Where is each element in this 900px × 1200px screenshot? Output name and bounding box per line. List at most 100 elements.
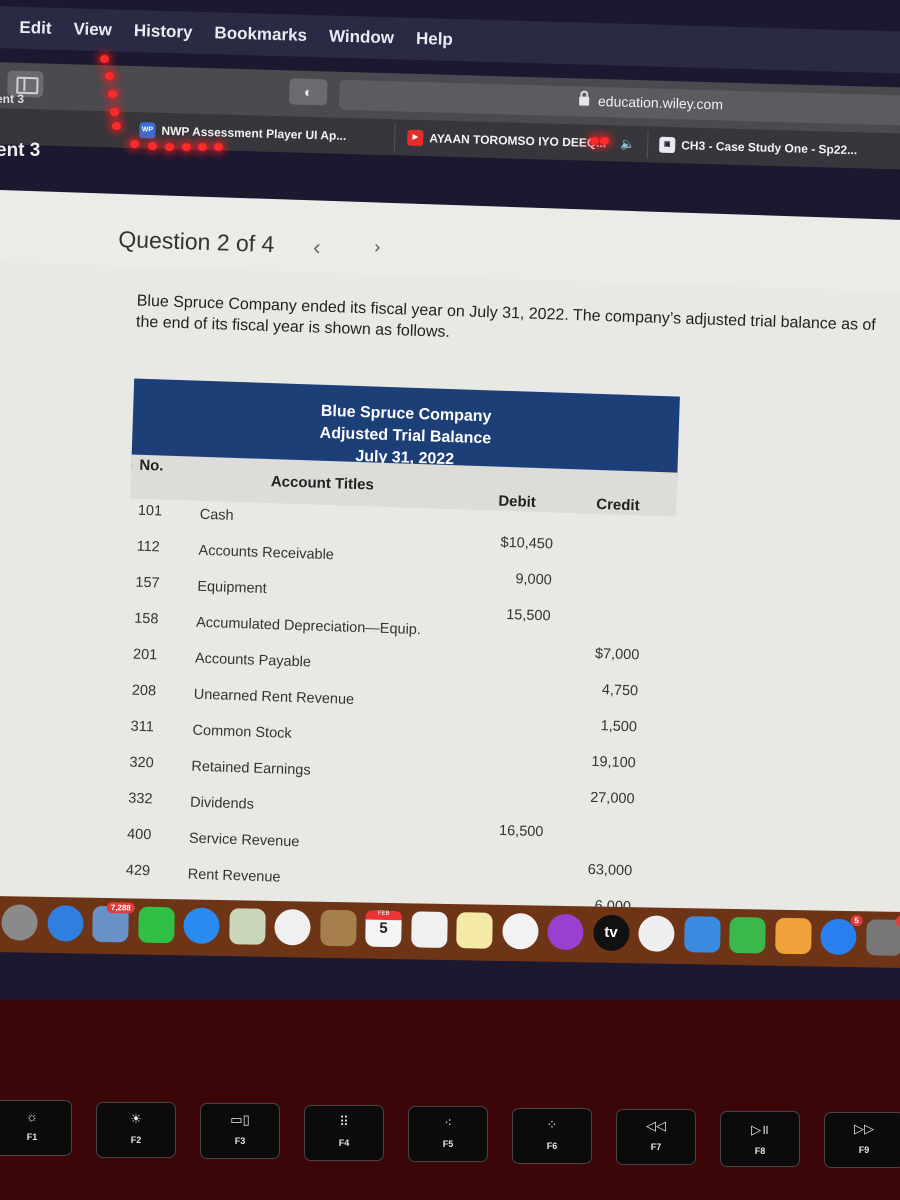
launchpad-icon[interactable]	[1, 904, 38, 941]
reminders-icon[interactable]	[410, 911, 448, 948]
question-text: Blue Spruce Company ended its fiscal yea…	[135, 292, 877, 341]
key-f6[interactable]: ⁘ F6	[512, 1107, 592, 1164]
key-label: F4	[338, 1137, 350, 1148]
account-title: Accounts Payable	[194, 650, 312, 671]
menu-history[interactable]: History	[134, 21, 193, 43]
messages-icon[interactable]	[183, 907, 220, 945]
key-f4[interactable]: ⠿ F4	[304, 1104, 384, 1161]
menu-view[interactable]: View	[73, 19, 112, 40]
speaker-icon[interactable]: 🔈	[620, 137, 635, 151]
pages-icon[interactable]	[774, 917, 812, 955]
tab-label: CH3 - Case Study One - Sp22...	[681, 138, 858, 158]
tab-divider	[646, 130, 649, 159]
app-store-icon[interactable]: 5	[820, 915, 863, 956]
youtube-icon: ▶	[407, 129, 424, 147]
credit-amount: $7,000	[594, 645, 640, 664]
key-label: F6	[546, 1140, 558, 1151]
key-glyph-icon: ▷▷	[854, 1121, 874, 1136]
numbers-icon[interactable]	[729, 916, 766, 954]
keynote-icon[interactable]	[683, 916, 721, 953]
account-number: 157	[135, 574, 160, 592]
debit-amount: 9,000	[515, 571, 553, 589]
podcasts-icon[interactable]	[547, 913, 584, 951]
tab-label: NWP Assessment Player UI Ap...	[161, 123, 347, 143]
account-title: Unearned Rent Revenue	[193, 686, 355, 708]
key-f1[interactable]: ☼ F1	[0, 1100, 72, 1156]
account-number: 429	[125, 862, 151, 880]
account-title: Accumulated Depreciation—Equip.	[195, 614, 422, 639]
book-icon: ▣	[659, 136, 676, 154]
key-f9[interactable]: ▷▷ F9	[824, 1112, 900, 1168]
contacts-icon[interactable]	[319, 909, 357, 947]
column-header-debit: Debit	[498, 492, 537, 511]
notes-icon[interactable]	[456, 912, 493, 949]
key-glyph-icon: ⁘	[546, 1116, 558, 1132]
notification-badge: 5	[850, 915, 863, 927]
function-key-row: ☼ F1 ☀ F2 ▭▯ F3 ⠿ F4 ⁖ F5 ⁘ F6 ◁◁ F7 ▷॥ F8 ▷▷ F9	[0, 1100, 900, 1168]
column-header-credit: Credit	[596, 495, 640, 515]
apple-tv-icon[interactable]: tv	[592, 914, 630, 952]
key-f8[interactable]: ▷॥ F8	[720, 1110, 800, 1167]
key-f3[interactable]: ▭▯ F3	[200, 1103, 280, 1159]
key-glyph-icon: ☼	[26, 1109, 38, 1124]
tab-ch3-case-study[interactable]: ▣ CH3 - Case Study One - Sp22...	[659, 127, 858, 169]
account-title: Equipment	[197, 578, 267, 598]
credit-amount: 19,100	[591, 753, 636, 772]
credit-amount: 63,000	[587, 861, 633, 880]
lock-icon	[579, 96, 590, 106]
credit-amount: 27,000	[589, 789, 635, 808]
debit-amount: 15,500	[505, 606, 551, 625]
key-f2[interactable]: ☀ F2	[96, 1101, 176, 1158]
column-header-no: No.	[139, 456, 164, 475]
question-content: Blue Spruce Company ended its fiscal yea…	[0, 262, 900, 954]
photos-icon[interactable]	[274, 908, 311, 946]
account-number: 112	[136, 538, 161, 556]
keyboard: ☼ F1 ☀ F2 ▭▯ F3 ⠿ F4 ⁖ F5 ⁘ F6 ◁◁ F7 ▷॥ F8 ▷▷ F9	[0, 1000, 900, 1200]
account-number: 320	[129, 754, 154, 772]
tab-divider	[393, 123, 396, 152]
account-number: 332	[128, 790, 153, 808]
url-text: education.wiley.com	[597, 92, 724, 113]
wp-favicon-icon: WP	[139, 122, 156, 139]
account-number: 101	[137, 502, 163, 520]
account-title: Retained Earnings	[191, 758, 311, 779]
trial-balance-rows: 101 Cash $10,450 112 Accounts Receivable 9,00…	[117, 502, 676, 916]
apple-tv-label: tv	[604, 923, 618, 941]
mail-photo-icon[interactable]: 7,288	[92, 902, 135, 943]
maps-icon[interactable]	[228, 908, 266, 945]
facetime-icon[interactable]	[137, 906, 175, 944]
column-header-account-titles: Account Titles	[270, 473, 375, 494]
menu-bookmarks[interactable]: Bookmarks	[214, 23, 307, 46]
menu-help[interactable]: Help	[416, 29, 453, 50]
debit-amount: $10,450	[500, 534, 554, 553]
key-glyph-icon: ▷॥	[751, 1121, 769, 1137]
calendar-icon[interactable]: 5 FEB	[365, 910, 402, 948]
key-label: F9	[858, 1145, 870, 1155]
key-label: F1	[26, 1132, 38, 1142]
key-label: F5	[442, 1139, 454, 1149]
previous-question-button[interactable]: ‹	[313, 234, 321, 260]
account-title: Dividends	[189, 794, 255, 813]
next-question-button[interactable]: ›	[374, 236, 381, 257]
key-label: F2	[130, 1134, 142, 1145]
safari-icon[interactable]	[46, 905, 84, 942]
key-f5[interactable]: ⁖ F5	[408, 1106, 488, 1162]
menu-window[interactable]: Window	[329, 26, 395, 48]
account-number: 311	[130, 718, 155, 736]
credit-amount: 4,750	[601, 682, 639, 700]
background-window-text: ent 3	[0, 92, 25, 106]
key-f7[interactable]: ◁◁ F7	[616, 1109, 696, 1165]
news-icon[interactable]	[638, 915, 675, 952]
privacy-shield-icon[interactable]: ◐	[288, 78, 328, 106]
music-icon[interactable]	[501, 912, 539, 950]
notification-badge: 2	[895, 915, 900, 928]
calendar-label: 5	[379, 919, 388, 937]
notification-badge: 7,288	[106, 902, 135, 914]
key-glyph-icon: ◁◁	[646, 1118, 666, 1133]
system-preferences-icon[interactable]: 2	[865, 915, 900, 956]
account-title: Accounts Receivable	[198, 542, 335, 564]
background-window-text: ent 3	[0, 140, 41, 161]
calendar-month: FEB	[365, 910, 402, 921]
menu-edit[interactable]: Edit	[19, 18, 52, 39]
menu-bar: Edit View History Bookmarks Window Help	[0, 6, 900, 75]
